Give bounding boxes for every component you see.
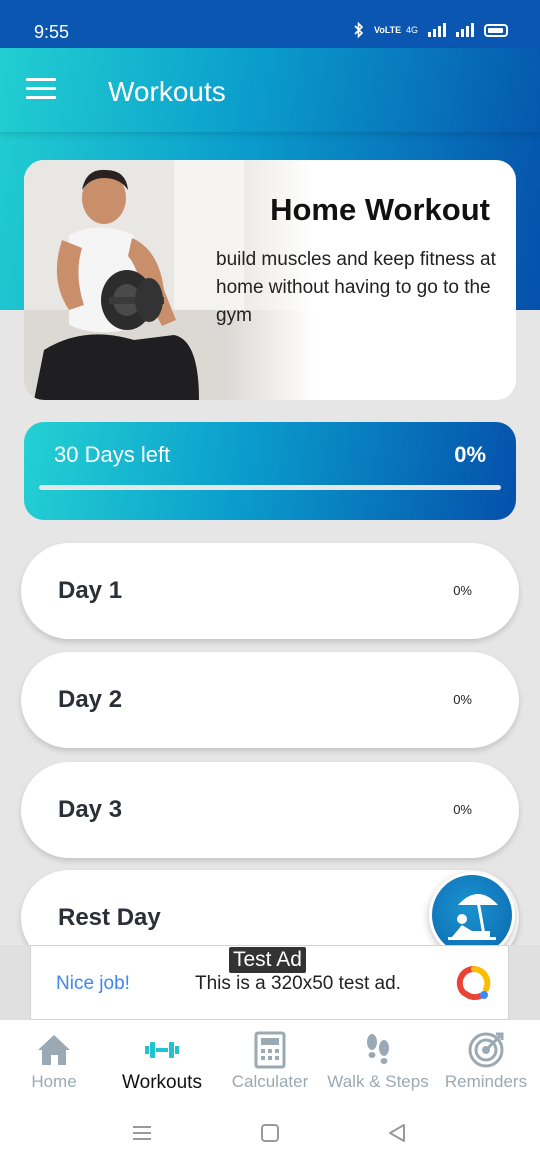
nav-label: Reminders bbox=[444, 1072, 528, 1091]
footsteps-icon bbox=[367, 1034, 389, 1064]
battery-icon bbox=[484, 23, 508, 37]
day-label: Day 3 bbox=[58, 796, 123, 823]
status-time: 9:55 bbox=[34, 22, 70, 42]
days-left-label: 30 Days left bbox=[54, 442, 171, 467]
hero-description: build muscles and keep fitness at home w… bbox=[216, 249, 496, 326]
dumbbell-icon bbox=[145, 1042, 179, 1058]
back-icon[interactable] bbox=[386, 1122, 408, 1144]
network-type: 4G bbox=[405, 25, 418, 35]
home-icon bbox=[38, 1035, 70, 1065]
beach-umbrella-icon bbox=[448, 894, 498, 940]
app-bar: Workouts bbox=[0, 48, 540, 132]
progress-percent: 0% bbox=[454, 442, 486, 467]
status-bar: 9:55 VoLTE 4G bbox=[0, 0, 540, 48]
page-title: Workouts bbox=[108, 76, 226, 107]
test-ad-tag: Test Ad bbox=[229, 947, 306, 973]
ad-logo-icon bbox=[456, 965, 491, 1001]
day-label: Day 2 bbox=[58, 686, 123, 713]
target-icon bbox=[468, 1032, 504, 1068]
system-nav-bar bbox=[0, 1100, 540, 1170]
network-label: VoLTE bbox=[373, 24, 402, 35]
nav-home[interactable]: Home bbox=[0, 1020, 108, 1100]
signal-icon-2 bbox=[456, 23, 474, 37]
home-button-icon[interactable] bbox=[259, 1122, 281, 1144]
bottom-nav: Home Workouts Calculater Walk & Steps Re… bbox=[0, 1020, 540, 1100]
signal-icon bbox=[428, 23, 446, 37]
bluetooth-icon bbox=[354, 22, 364, 38]
day-percent: 0% bbox=[453, 583, 472, 598]
day-label: Day 1 bbox=[58, 577, 123, 604]
day-card-2[interactable]: Day 2 0% bbox=[21, 652, 519, 748]
day-card-3[interactable]: Day 3 0% bbox=[21, 762, 519, 858]
hero-title: Home Workout bbox=[270, 192, 490, 227]
day-percent: 0% bbox=[453, 802, 472, 817]
ad-headline: Nice job! bbox=[56, 973, 130, 994]
day-card-1[interactable]: Day 1 0% bbox=[21, 543, 519, 639]
status-icons: VoLTE 4G bbox=[354, 22, 508, 38]
progress-bar bbox=[39, 485, 501, 490]
nav-walk-steps[interactable]: Walk & Steps bbox=[324, 1020, 432, 1100]
nav-calculator[interactable]: Calculater bbox=[216, 1020, 324, 1100]
progress-card: 30 Days left 0% bbox=[24, 422, 516, 520]
calculator-icon bbox=[254, 1031, 286, 1069]
day-percent: 0% bbox=[453, 692, 472, 707]
nav-workouts[interactable]: Workouts bbox=[108, 1020, 216, 1100]
day-label: Rest Day bbox=[58, 904, 161, 931]
nav-reminders[interactable]: Reminders bbox=[432, 1020, 540, 1100]
hero-card[interactable]: Home Workout build muscles and keep fitn… bbox=[24, 160, 516, 400]
recent-apps-icon[interactable] bbox=[131, 1122, 153, 1144]
ad-body: This is a 320x50 test ad. bbox=[195, 973, 401, 994]
menu-icon[interactable] bbox=[26, 78, 58, 100]
